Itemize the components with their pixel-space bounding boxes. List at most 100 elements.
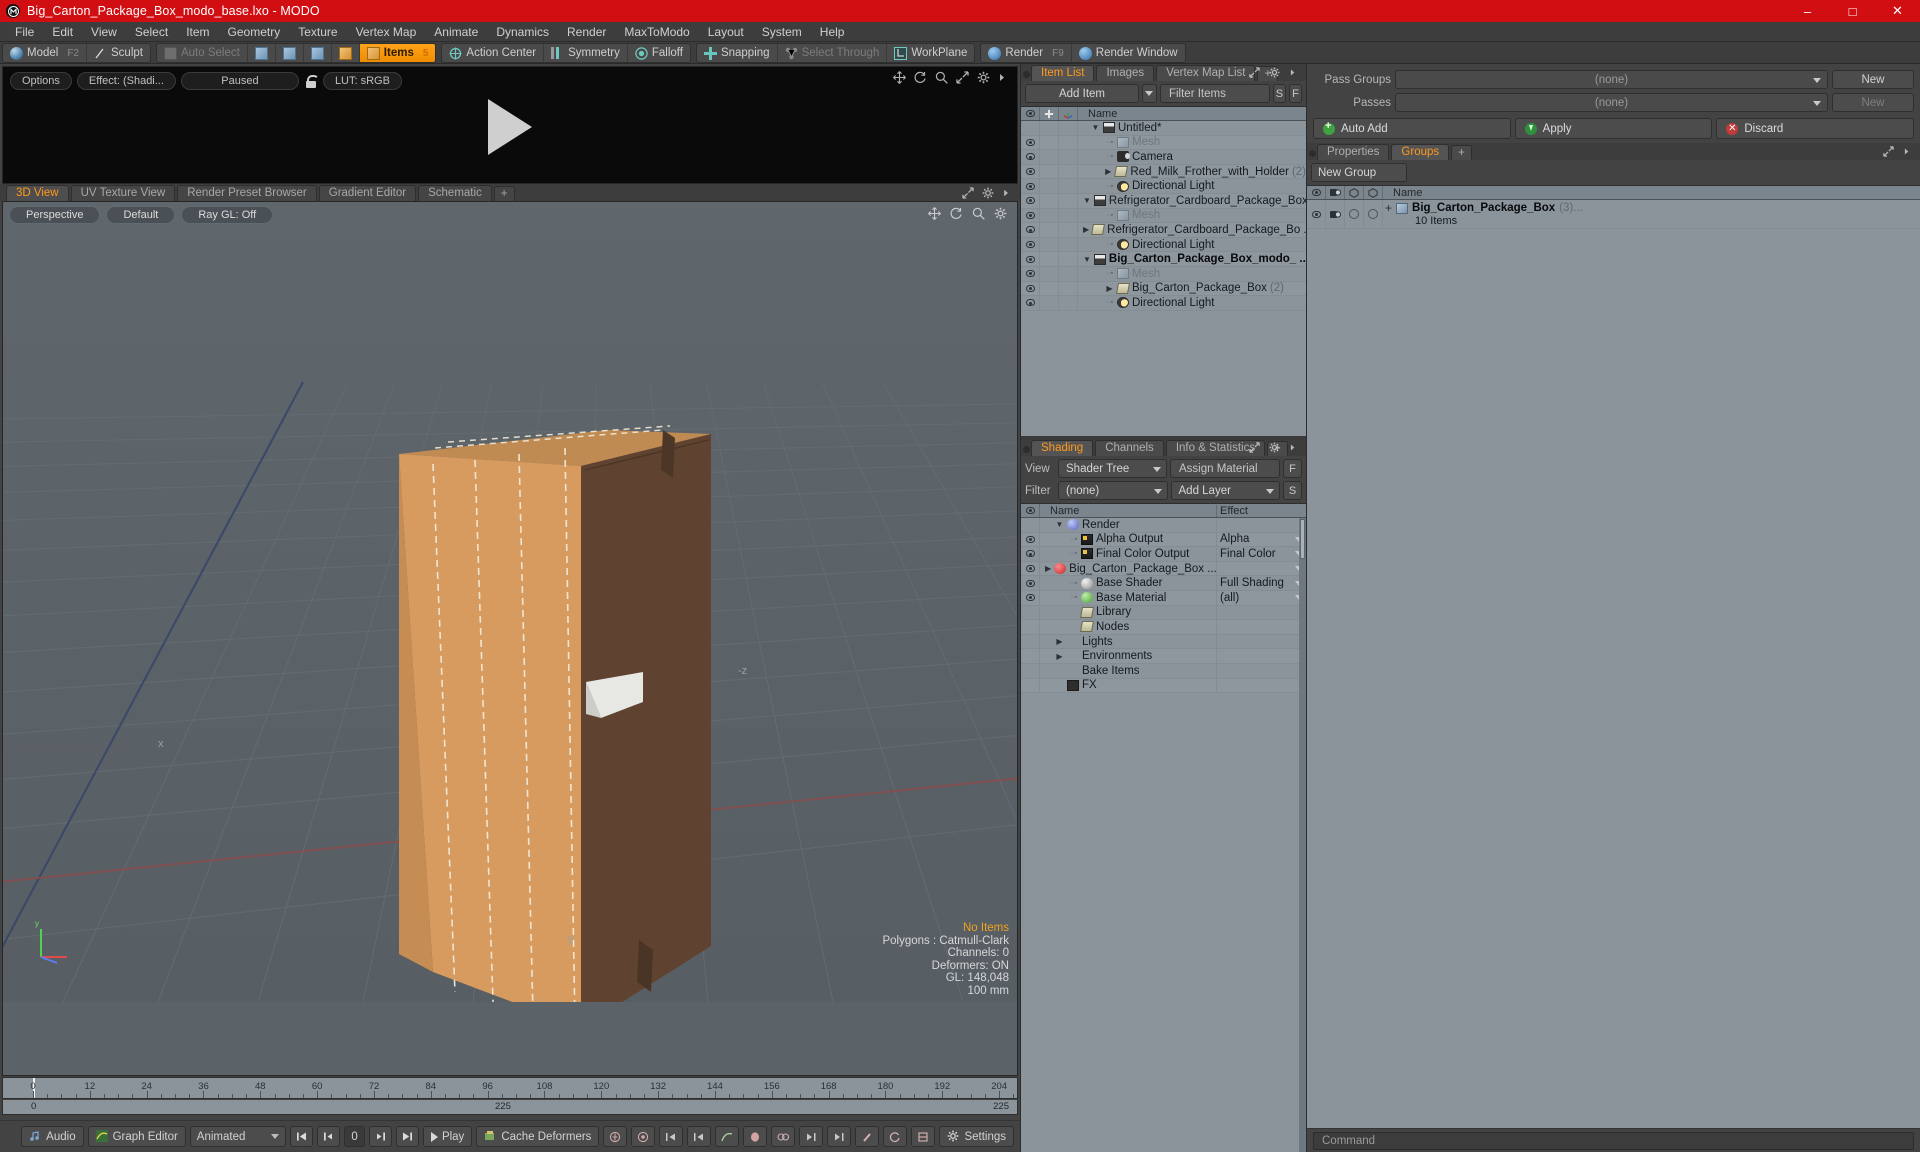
add-item-button[interactable]: Add Item (1025, 84, 1139, 103)
shading-s-button[interactable]: S (1283, 481, 1302, 500)
workplane-button[interactable]: WorkPlane (887, 44, 974, 62)
panel-handle-icon[interactable] (1023, 71, 1030, 78)
row-effect-cell[interactable] (1216, 561, 1306, 576)
zoom-icon[interactable] (935, 71, 948, 84)
menu-dynamics[interactable]: Dynamics (487, 23, 558, 41)
tab-shading[interactable]: Shading (1031, 440, 1094, 456)
item-list-body[interactable]: ▼ Untitled* ··▪ Mesh ··▪ Camera ▶ Red_Milk_Frot… (1021, 121, 1306, 436)
shading-list-row[interactable]: ··▪ Alpha Output Alpha (1021, 532, 1306, 548)
row-render-toggle[interactable] (1345, 200, 1364, 228)
twisty-collapsed-icon[interactable]: ▶ (1045, 564, 1051, 573)
item-list-row[interactable]: ▼ Untitled* (1021, 121, 1306, 136)
materials-mode-button[interactable] (332, 44, 360, 62)
panel-handle-icon[interactable] (1023, 446, 1030, 453)
new-group-button[interactable]: New Group (1311, 163, 1407, 182)
row-lock-cell[interactable] (1040, 296, 1059, 310)
row-visibility-toggle[interactable] (1021, 561, 1040, 576)
shading-list-body[interactable]: ▼ Render ··▪ Alpha Output Alpha ··▪ Final Colo… (1021, 518, 1306, 1152)
tab-schematic[interactable]: Schematic (418, 185, 492, 201)
filter-s-button[interactable]: S (1272, 84, 1286, 103)
row-visibility-toggle[interactable] (1021, 281, 1040, 296)
menu-item[interactable]: Item (177, 23, 218, 41)
rotate-key-button[interactable] (883, 1126, 908, 1147)
paint-key-button[interactable] (855, 1126, 880, 1147)
expand-icon[interactable] (962, 187, 975, 200)
menu-edit[interactable]: Edit (43, 23, 82, 41)
row-transform-cell[interactable] (1059, 237, 1078, 252)
row-visibility-toggle[interactable] (1021, 193, 1040, 208)
minimize-button[interactable]: – (1785, 0, 1830, 22)
first-key-button[interactable] (687, 1126, 712, 1147)
twisty-collapsed-icon[interactable]: ▶ (1055, 637, 1064, 646)
row-visibility-toggle[interactable] (1021, 164, 1040, 179)
filter-f-button[interactable]: F (1288, 84, 1302, 103)
twisty-expanded-icon[interactable]: ▼ (1083, 255, 1091, 264)
row-lock-cell[interactable] (1040, 208, 1059, 223)
expand-icon[interactable] (1883, 146, 1896, 159)
timeline-ruler[interactable]: 0 12 24 36 48 60 72 84 96 108 120 132 144 156 168 180 19… (2, 1077, 1018, 1099)
auto-select-button[interactable]: Auto Select (157, 44, 248, 62)
skip-start-button[interactable] (290, 1126, 314, 1147)
item-list-row[interactable]: ▶ Red_Milk_Frother_with_Holder (2) (1021, 164, 1306, 180)
expand-group-icon[interactable]: + (1385, 201, 1392, 215)
row-visibility-toggle[interactable] (1307, 200, 1326, 228)
row-lock-cell[interactable] (1040, 150, 1059, 164)
discard-button[interactable]: ✕ Discard (1716, 118, 1915, 139)
groups-list-body[interactable]: + Big_Carton_Package_Box (3)... 10 Items (1307, 200, 1920, 230)
skip-end-button[interactable] (395, 1126, 419, 1147)
maximize-button[interactable]: □ (1830, 0, 1875, 22)
item-list-row[interactable]: ··▪ Mesh (1021, 266, 1306, 282)
settings-button[interactable]: Settings (939, 1126, 1014, 1147)
row-visibility-toggle[interactable] (1021, 266, 1040, 281)
tab-properties[interactable]: Properties (1317, 144, 1390, 160)
row-transform-cell[interactable] (1059, 281, 1078, 296)
ellipse-key-button[interactable] (743, 1126, 768, 1147)
row-lock-cell[interactable] (1040, 252, 1059, 266)
action-center-button[interactable]: Action Center (442, 44, 545, 62)
row-lock-cell[interactable] (1040, 281, 1059, 296)
audio-button[interactable]: Audio (21, 1126, 84, 1147)
menu-vertex-map[interactable]: Vertex Map (347, 23, 426, 41)
preview-status-button[interactable]: Paused (180, 72, 299, 90)
groups-list-row[interactable]: + Big_Carton_Package_Box (3)... 10 Items (1307, 200, 1920, 229)
row-lock-cell[interactable] (1040, 237, 1059, 252)
groups-empty-area[interactable] (1307, 230, 1920, 1128)
twisty-collapsed-icon[interactable]: ▶ (1104, 167, 1113, 176)
row-visibility-toggle[interactable] (1021, 252, 1040, 266)
play-button[interactable]: Play (422, 1126, 473, 1147)
curve-key-button[interactable] (715, 1126, 740, 1147)
passes-new-button[interactable]: New (1832, 93, 1914, 112)
chevron-right-icon[interactable] (998, 71, 1011, 84)
tab-3d-view[interactable]: 3D View (6, 185, 69, 201)
animation-mode-dropdown[interactable]: Animated (189, 1126, 287, 1147)
row-transform-cell[interactable] (1059, 179, 1078, 193)
row-lock-cell[interactable] (1040, 121, 1059, 135)
render-window-button[interactable]: Render Window (1072, 44, 1185, 62)
tab-uv-texture-view[interactable]: UV Texture View (70, 185, 176, 201)
add-layer-dropdown[interactable]: Add Layer (1170, 481, 1280, 500)
row-visibility-toggle[interactable] (1021, 223, 1040, 237)
snapping-button[interactable]: Snapping (697, 44, 778, 62)
chevron-right-icon[interactable] (1002, 187, 1015, 200)
row-visibility-toggle[interactable] (1021, 135, 1040, 150)
ghost-key-button[interactable] (771, 1126, 796, 1147)
tab-channels[interactable]: Channels (1095, 440, 1164, 456)
shading-empty-area[interactable] (1021, 693, 1306, 1152)
falloff-button[interactable]: Falloff (628, 44, 690, 62)
tab-add[interactable]: + (493, 186, 515, 201)
row-effect-cell[interactable] (1216, 678, 1306, 693)
menu-texture[interactable]: Texture (289, 23, 346, 41)
row-transform-cell[interactable] (1059, 164, 1078, 179)
gear-icon[interactable] (994, 207, 1007, 220)
row-transform-cell[interactable] (1059, 121, 1078, 135)
model-mode-button[interactable]: Model F2 (3, 44, 87, 62)
row-visibility-toggle[interactable] (1021, 208, 1040, 223)
row-visibility-toggle[interactable] (1021, 237, 1040, 252)
row-effect-cell[interactable]: Alpha (1216, 532, 1306, 547)
twisty-expanded-icon[interactable]: ▼ (1091, 123, 1100, 132)
row-visibility-toggle[interactable] (1021, 590, 1040, 605)
render-button[interactable]: Render F9 (981, 44, 1072, 62)
passes-dropdown[interactable]: (none) (1395, 93, 1828, 112)
pass-groups-new-button[interactable]: New (1832, 70, 1914, 89)
chevron-right-icon[interactable] (1289, 67, 1302, 80)
